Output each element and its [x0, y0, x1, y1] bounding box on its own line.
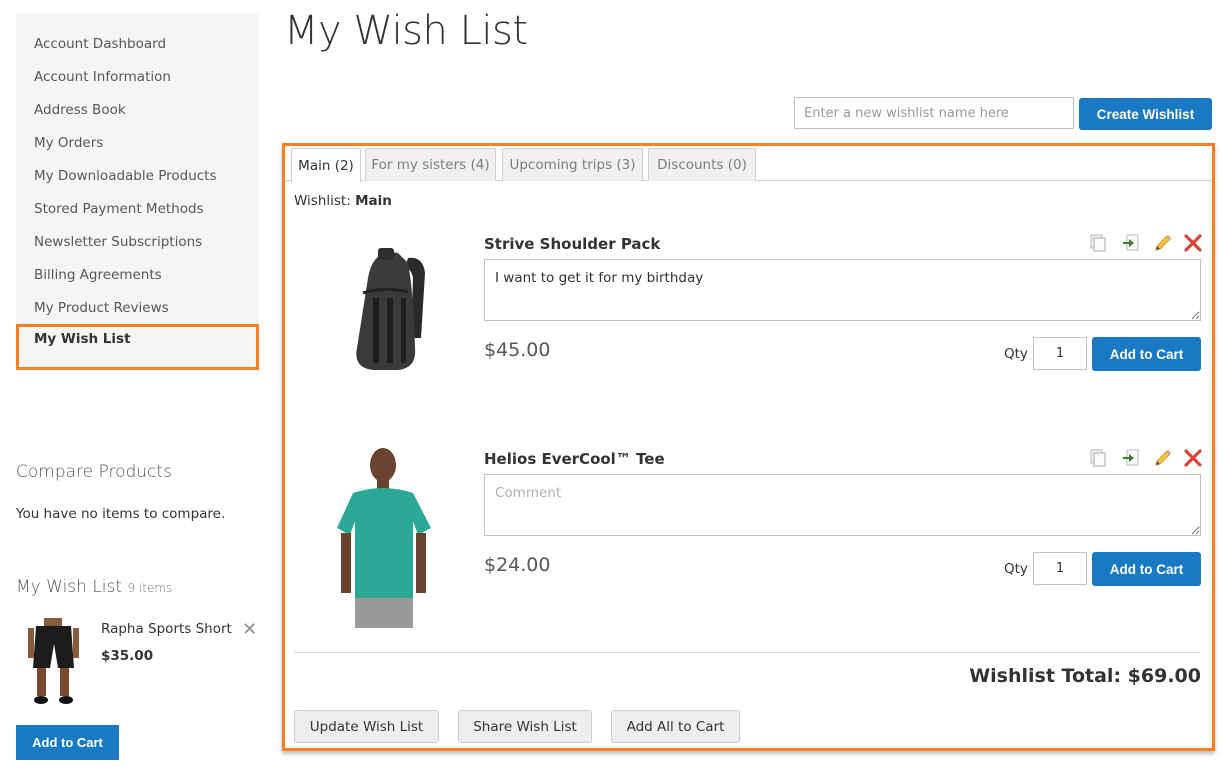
- compare-products-title: Compare Products: [16, 462, 172, 482]
- sidebar-wishlist-item-price: $35.00: [101, 648, 154, 664]
- create-wishlist-button[interactable]: Create Wishlist: [1079, 98, 1212, 130]
- wishlist-total-value: $69.00: [1127, 665, 1201, 687]
- strive-shoulder-pack-image[interactable]: [313, 228, 458, 383]
- sidebar-wishlist-title: My Wish List 9 items: [16, 577, 172, 597]
- total-divider: [294, 652, 1201, 653]
- qty-label: Qty: [1004, 561, 1028, 577]
- qty-input[interactable]: [1033, 337, 1087, 370]
- item-actions: [1089, 233, 1204, 255]
- sidebar-wishlist-item-name[interactable]: Rapha Sports Short: [101, 621, 232, 637]
- nav-item-my-wish-list-label: My Wish List: [34, 331, 131, 347]
- compare-empty-message: You have no items to compare.: [16, 506, 226, 522]
- copy-icon[interactable]: [1089, 448, 1109, 468]
- rapha-sports-short-image[interactable]: [16, 618, 91, 710]
- update-wish-list-button[interactable]: Update Wish List: [294, 710, 439, 743]
- item-price: $24.00: [484, 554, 551, 576]
- nav-item-billing-agreements[interactable]: Billing Agreements: [34, 266, 162, 284]
- wishlist-panel: Main (2) For my sisters (4) Upcoming tri…: [282, 143, 1215, 751]
- new-wishlist-name-input[interactable]: [794, 97, 1074, 129]
- sidebar-wishlist-count: 9 items: [127, 581, 173, 595]
- move-icon[interactable]: [1121, 233, 1141, 253]
- nav-item-my-orders[interactable]: My Orders: [34, 134, 103, 152]
- move-icon[interactable]: [1121, 448, 1141, 468]
- close-icon[interactable]: ✕: [242, 620, 257, 640]
- wishlist-total-label: Wishlist Total:: [969, 665, 1122, 687]
- nav-item-stored-payment-methods[interactable]: Stored Payment Methods: [34, 200, 204, 218]
- page-title: My Wish List: [284, 8, 528, 54]
- edit-icon[interactable]: [1153, 448, 1173, 468]
- nav-item-my-wish-list[interactable]: My Wish List: [16, 324, 259, 370]
- qty-input[interactable]: [1033, 552, 1087, 585]
- edit-icon[interactable]: [1153, 233, 1173, 253]
- item-comment-field[interactable]: [484, 259, 1201, 321]
- sidebar-wishlist-title-text: My Wish List: [16, 577, 123, 597]
- tab-discounts[interactable]: Discounts (0): [648, 148, 756, 181]
- wishlist-label-prefix: Wishlist:: [294, 193, 351, 209]
- item-actions: [1089, 448, 1204, 470]
- nav-item-address-book[interactable]: Address Book: [34, 101, 126, 119]
- nav-item-newsletter-subscriptions[interactable]: Newsletter Subscriptions: [34, 233, 202, 251]
- add-to-cart-button[interactable]: Add to Cart: [1092, 552, 1201, 586]
- tab-for-my-sisters[interactable]: For my sisters (4): [365, 148, 496, 181]
- remove-icon[interactable]: [1183, 448, 1203, 468]
- account-nav: Account Dashboard Account Information Ad…: [16, 13, 259, 370]
- nav-item-product-reviews[interactable]: My Product Reviews: [34, 299, 169, 317]
- share-wish-list-button[interactable]: Share Wish List: [458, 710, 592, 743]
- qty-label: Qty: [1004, 346, 1028, 362]
- item-name[interactable]: Helios EverCool™ Tee: [484, 450, 665, 468]
- remove-icon[interactable]: [1183, 233, 1203, 253]
- helios-evercool-tee-image[interactable]: [313, 443, 458, 628]
- add-to-cart-button[interactable]: Add to Cart: [1092, 337, 1201, 371]
- tab-main[interactable]: Main (2): [291, 148, 361, 182]
- nav-item-account-dashboard[interactable]: Account Dashboard: [34, 35, 166, 53]
- nav-item-account-information[interactable]: Account Information: [34, 68, 171, 86]
- copy-icon[interactable]: [1089, 233, 1109, 253]
- wishlist-total: Wishlist Total: $69.00: [969, 665, 1201, 687]
- item-price: $45.00: [484, 339, 551, 361]
- wishlist-item: Strive Shoulder Pack $45.00 Qty Add to C…: [285, 228, 1212, 428]
- item-comment-field[interactable]: [484, 474, 1201, 536]
- nav-item-downloadable-products[interactable]: My Downloadable Products: [34, 167, 217, 185]
- tab-upcoming-trips[interactable]: Upcoming trips (3): [502, 148, 643, 181]
- wishlist-item: Helios EverCool™ Tee $24.00 Qty Add to C…: [285, 443, 1212, 643]
- wishlist-name: Main: [355, 193, 392, 209]
- add-all-to-cart-button[interactable]: Add All to Cart: [611, 710, 740, 743]
- item-name[interactable]: Strive Shoulder Pack: [484, 235, 660, 253]
- current-wishlist-label: Wishlist: Main: [294, 193, 392, 209]
- sidebar-add-to-cart-button[interactable]: Add to Cart: [16, 725, 119, 760]
